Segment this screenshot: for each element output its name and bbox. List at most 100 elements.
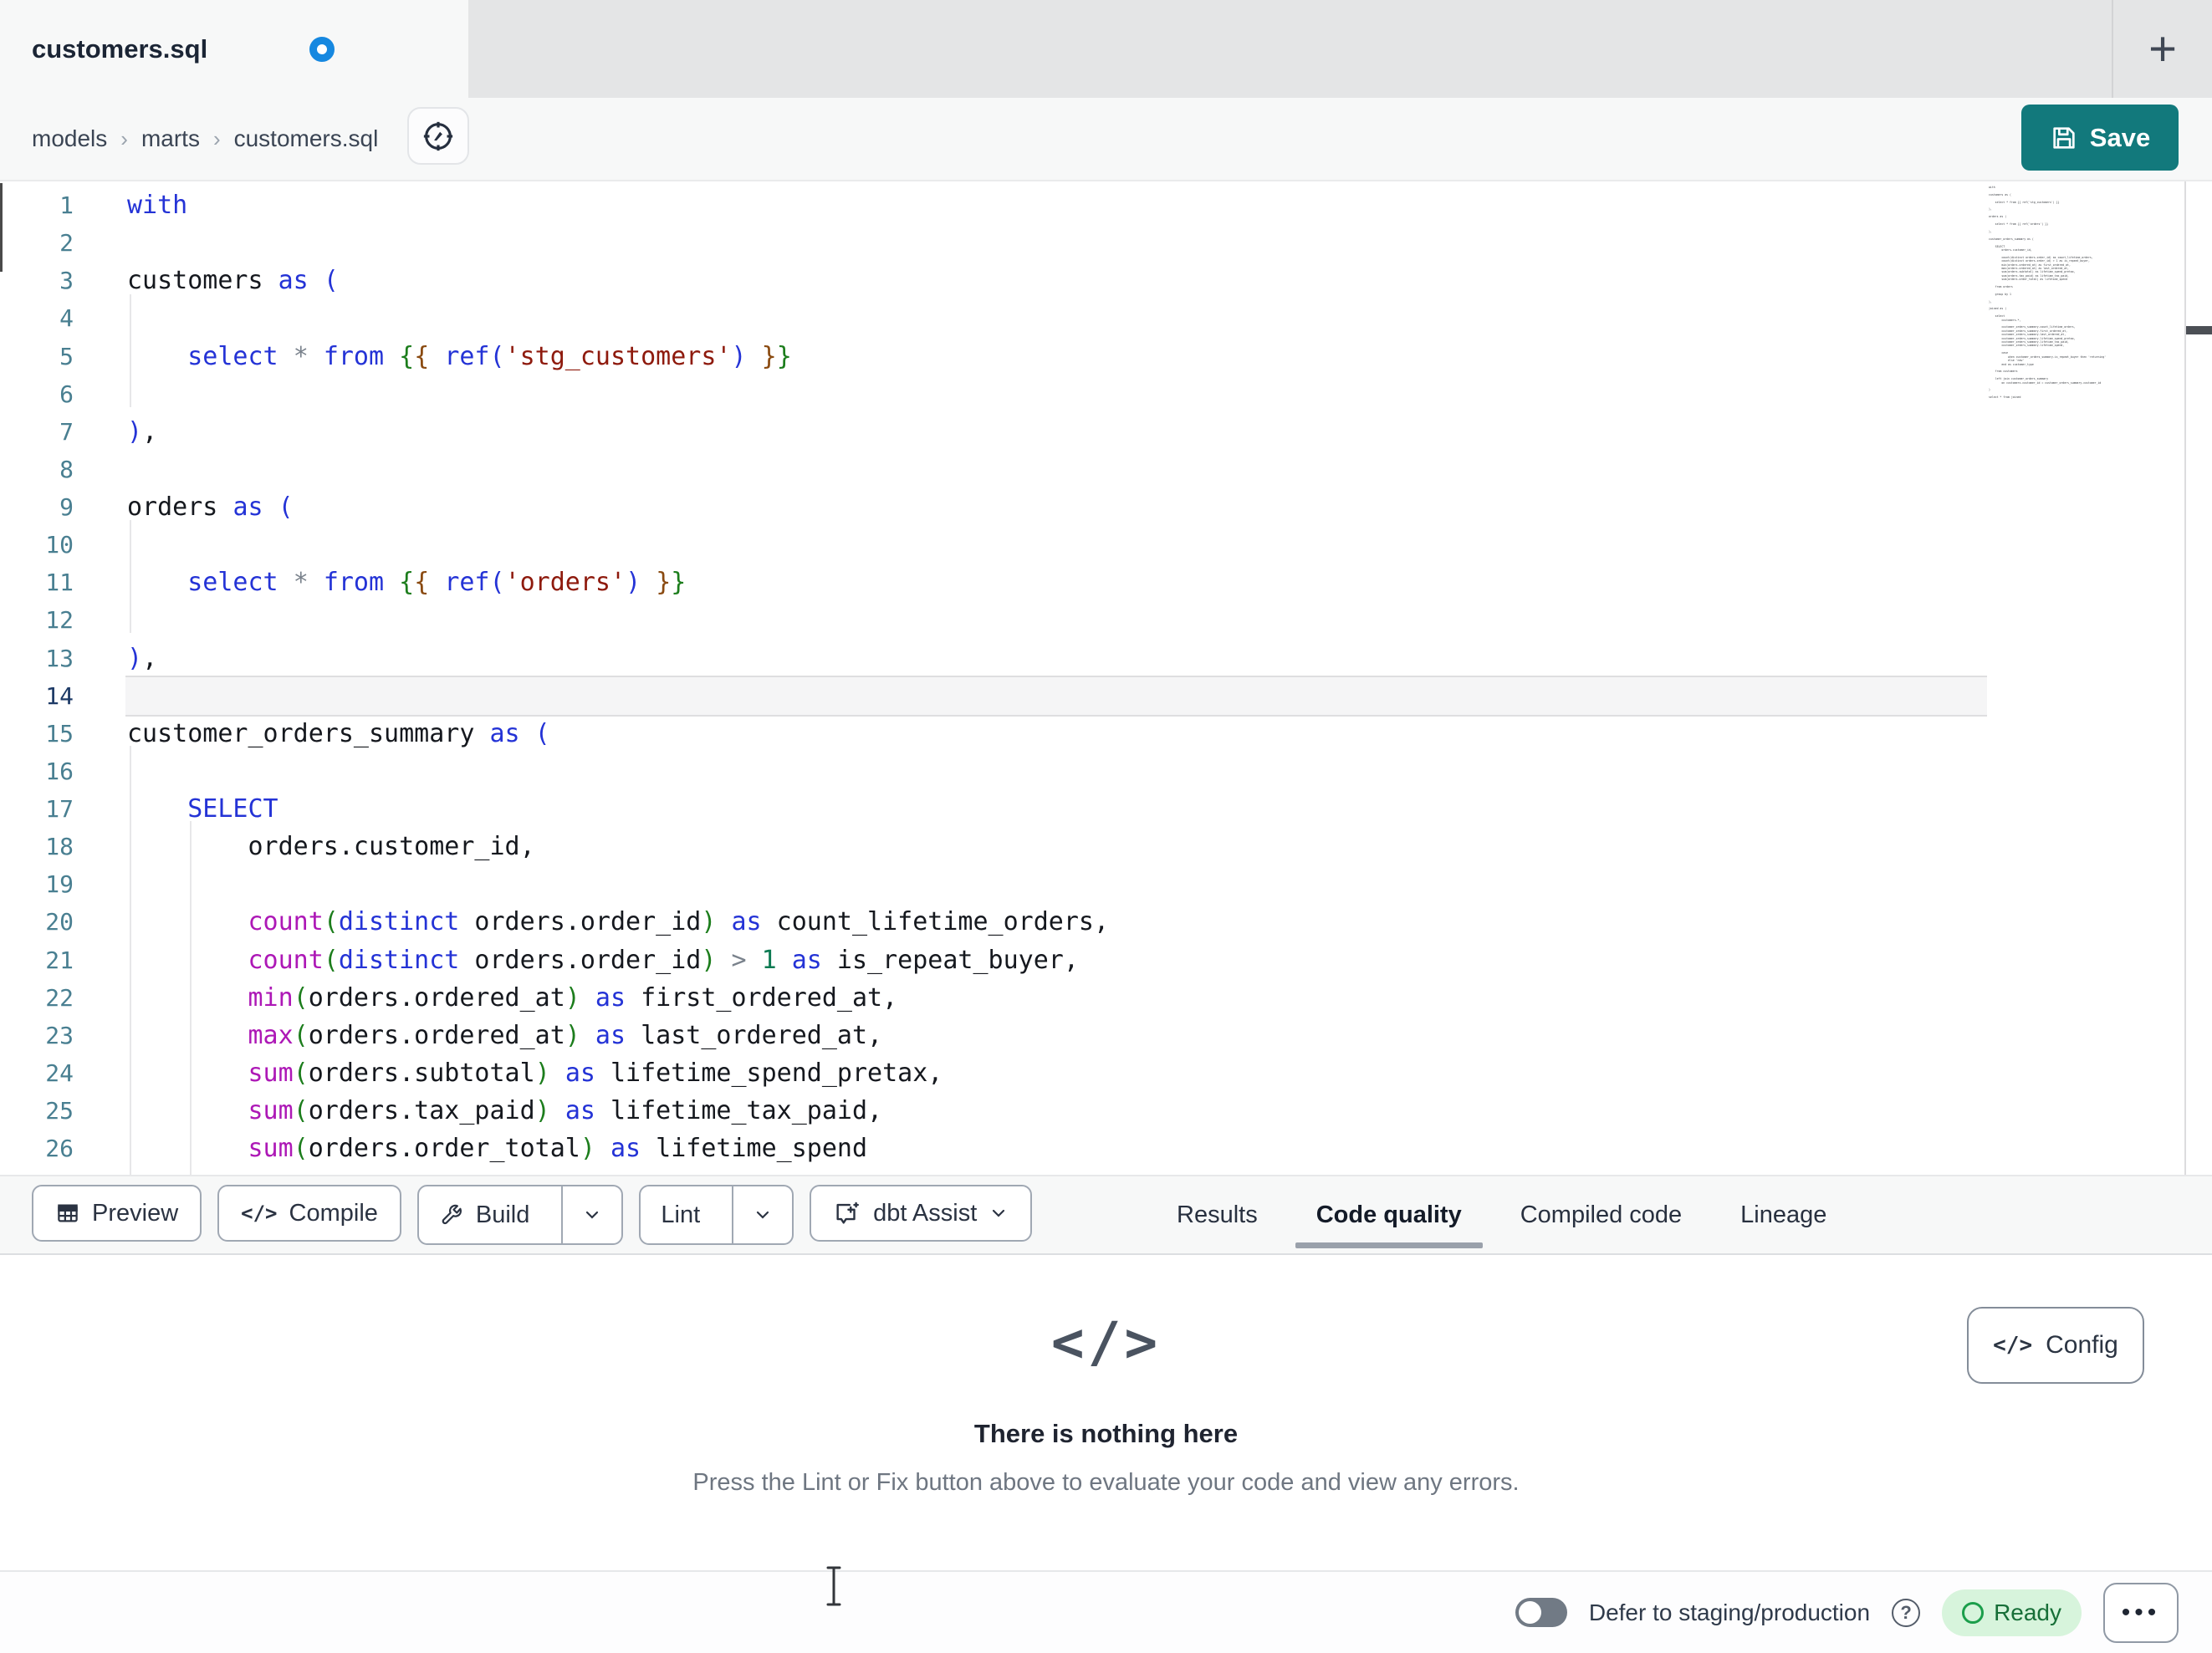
code-line[interactable]: 12: [0, 601, 2212, 639]
build-button[interactable]: Build: [419, 1186, 550, 1243]
file-tab-title: customers.sql: [32, 33, 208, 64]
compile-button[interactable]: </> Compile: [217, 1185, 401, 1242]
code-editor[interactable]: 1 with 2 3 customers as (4 5 select * from {{…: [0, 180, 2212, 1175]
line-content: count(distinct orders.order_id) > 1 as i…: [248, 945, 1079, 975]
code-line[interactable]: 25 sum(orders.tax_paid) as lifetime_tax_…: [0, 1092, 2212, 1130]
docs-compass-button[interactable]: [407, 107, 469, 165]
code-line[interactable]: 8: [0, 451, 2212, 488]
code-line[interactable]: 7),: [0, 413, 2212, 451]
code-line[interactable]: 15 customer_orders_summary as (: [0, 715, 2212, 753]
breadcrumb-separator-icon: ›: [120, 125, 128, 151]
code-line[interactable]: 1 with: [0, 186, 2212, 224]
wrench-icon: [439, 1202, 464, 1227]
code-line[interactable]: 21 count(distinct orders.order_id) > 1 a…: [0, 941, 2212, 979]
editor-actions: Preview </> Compile Build Lint dbt Assis…: [32, 1185, 1033, 1245]
line-number: 18: [45, 833, 74, 861]
compass-icon: [421, 119, 456, 154]
line-number: 13: [45, 644, 74, 672]
tab-lineage[interactable]: Lineage: [1711, 1176, 1856, 1253]
save-button[interactable]: Save: [2021, 105, 2179, 171]
line-number: 7: [59, 417, 74, 446]
text-cursor-pointer: [824, 1565, 844, 1607]
code-line[interactable]: 6: [0, 375, 2212, 413]
line-number: 16: [45, 757, 74, 785]
action-bar: Preview </> Compile Build Lint dbt Assis…: [0, 1175, 2212, 1255]
code-line[interactable]: 19: [0, 865, 2212, 903]
code-line[interactable]: 9 orders as (: [0, 488, 2212, 526]
line-number: 26: [45, 1135, 74, 1163]
help-icon[interactable]: ?: [1892, 1598, 1921, 1627]
code-line[interactable]: 16: [0, 753, 2212, 790]
line-number: 17: [45, 795, 74, 824]
line-content: with: [127, 191, 188, 221]
ready-status-badge[interactable]: Ready: [1942, 1589, 2082, 1636]
code-line[interactable]: 4: [0, 299, 2212, 337]
lint-split-button: Lint: [639, 1185, 794, 1245]
line-number: 11: [45, 569, 74, 597]
config-button[interactable]: </> Config: [1967, 1307, 2144, 1384]
breadcrumb-item-marts: marts: [140, 125, 200, 151]
line-number: 24: [45, 1059, 74, 1087]
code-line[interactable]: 17 SELECT: [0, 790, 2212, 828]
save-floppy-icon: [2050, 124, 2078, 152]
code-quality-panel: </> There is nothing here Press the Lint…: [0, 1255, 2212, 1570]
dbt-assist-button[interactable]: dbt Assist: [810, 1185, 1033, 1242]
code-line[interactable]: 5 select * from {{ ref('stg_customers') …: [0, 338, 2212, 375]
status-bar: Defer to staging/production ? Ready •••: [0, 1570, 2212, 1653]
line-content: ),: [127, 643, 158, 673]
tab-code-quality[interactable]: Code quality: [1287, 1176, 1491, 1253]
new-tab-button[interactable]: +: [2131, 18, 2194, 79]
line-number: 14: [45, 681, 74, 710]
code-line[interactable]: 23 max(orders.ordered_at) as last_ordere…: [0, 1017, 2212, 1054]
code-line[interactable]: 3 customers as (: [0, 262, 2212, 299]
file-tab-customers-sql[interactable]: customers.sql: [0, 0, 468, 98]
build-dropdown-button[interactable]: [561, 1186, 621, 1243]
code-line[interactable]: 10: [0, 526, 2212, 564]
code-line[interactable]: 24 sum(orders.subtotal) as lifetime_spen…: [0, 1054, 2212, 1092]
line-number: 15: [45, 719, 74, 747]
code-line[interactable]: 18 orders.customer_id,: [0, 828, 2212, 865]
code-brackets-icon: </>: [241, 1201, 278, 1225]
chevron-down-icon: [989, 1203, 1009, 1223]
empty-state-title: There is nothing here: [973, 1419, 1239, 1448]
code-line[interactable]: 26 sum(orders.order_total) as lifetime_s…: [0, 1130, 2212, 1167]
line-number: 20: [45, 908, 74, 936]
scrollbar-thumb[interactable]: [2186, 326, 2212, 334]
code-line[interactable]: 20 count(distinct orders.order_id) as co…: [0, 903, 2212, 941]
code-line[interactable]: 11 select * from {{ ref('orders') }}: [0, 564, 2212, 601]
line-content: max(orders.ordered_at) as last_ordered_a…: [248, 1020, 883, 1050]
more-options-button[interactable]: •••: [2103, 1582, 2179, 1643]
line-number: 3: [59, 267, 74, 295]
code-rows: 1 with 2 3 customers as (4 5 select * from {{…: [0, 186, 2212, 1167]
code-line[interactable]: 22 min(orders.ordered_at) as first_order…: [0, 979, 2212, 1017]
code-line[interactable]: 14: [0, 675, 2212, 717]
lint-label: Lint: [661, 1201, 701, 1228]
code-line[interactable]: 13),: [0, 640, 2212, 677]
tab-results[interactable]: Results: [1147, 1176, 1287, 1253]
line-number: 6: [59, 380, 74, 408]
breadcrumb: models › marts › customers.sql: [32, 98, 378, 180]
lint-button[interactable]: Lint: [641, 1186, 720, 1243]
tab-strip-divider: [2112, 0, 2113, 98]
line-number: 12: [45, 606, 74, 635]
build-label: Build: [475, 1201, 530, 1228]
defer-toggle[interactable]: [1515, 1598, 1567, 1627]
line-number: 8: [59, 455, 74, 483]
minimap[interactable]: with customers as ( select * from {{ ref…: [1989, 186, 2183, 566]
line-content: orders as (: [127, 492, 294, 523]
line-number: 22: [45, 983, 74, 1012]
code-brackets-icon: </>: [1993, 1333, 2033, 1358]
tab-compiled-code[interactable]: Compiled code: [1491, 1176, 1711, 1253]
code-brackets-empty-icon: </>: [1050, 1310, 1162, 1375]
line-content: sum(orders.order_total) as lifetime_spen…: [248, 1134, 868, 1164]
build-split-button: Build: [416, 1185, 624, 1245]
status-circle-icon: [1962, 1601, 1985, 1624]
code-line[interactable]: 2: [0, 224, 2212, 262]
config-label: Config: [2046, 1331, 2118, 1359]
breadcrumb-row: models › marts › customers.sql: [0, 98, 2212, 180]
table-icon: [55, 1201, 80, 1226]
preview-label: Preview: [92, 1199, 179, 1227]
lint-dropdown-button[interactable]: [732, 1186, 792, 1243]
status-bar-right: Defer to staging/production ? Ready •••: [1515, 1572, 2179, 1653]
preview-button[interactable]: Preview: [32, 1185, 202, 1242]
